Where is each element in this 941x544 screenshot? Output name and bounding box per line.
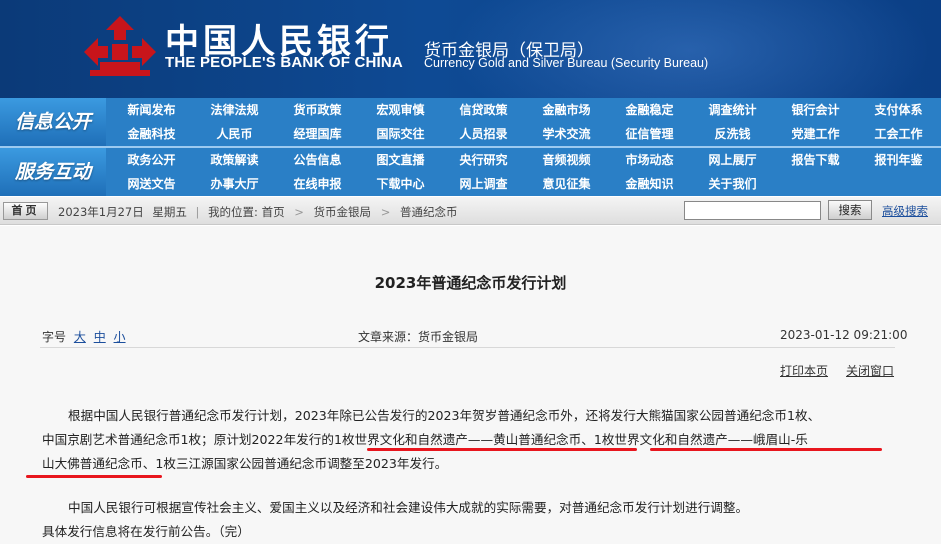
font-size-small[interactable]: 小 [114, 330, 126, 344]
nav-link[interactable]: 学术交流 [525, 122, 608, 146]
home-button[interactable]: 首页 [3, 202, 48, 220]
article-title: 2023年普通纪念币发行计划 [374, 274, 567, 292]
nav-section-label: 服务互动 [14, 161, 91, 183]
font-size-controls: 字号 大 中 小 [42, 328, 126, 345]
breadcrumb-current[interactable]: 普通纪念币 [400, 205, 458, 219]
nav-link[interactable]: 政务公开 [110, 148, 193, 172]
current-date: 2023年1月27日 [58, 205, 144, 219]
nav-link[interactable]: 工会工作 [857, 122, 940, 146]
nav-link[interactable]: 货币政策 [276, 98, 359, 122]
nav-link[interactable]: 网上调查 [442, 172, 525, 196]
highlight-underline-huangshan [367, 448, 637, 451]
pboc-logo[interactable] [82, 14, 158, 78]
print-page-link[interactable]: 打印本页 [780, 362, 828, 379]
nav-link[interactable]: 报刊年鉴 [857, 148, 940, 172]
search-input[interactable] [684, 201, 821, 220]
nav-link[interactable]: 金融稳定 [608, 98, 691, 122]
font-size-medium[interactable]: 中 [94, 330, 106, 344]
nav-link[interactable]: 关于我们 [691, 172, 774, 196]
breadcrumb-bureau[interactable]: 货币金银局 [314, 205, 372, 219]
nav-link[interactable]: 金融科技 [110, 122, 193, 146]
nav-link[interactable]: 公告信息 [276, 148, 359, 172]
nav-link[interactable]: 人员招录 [442, 122, 525, 146]
main-nav: 信息公开 服务互动 新闻发布 法律法规 货币政策 宏观审慎 信贷政策 金融市场 … [0, 98, 941, 196]
font-size-large[interactable]: 大 [74, 330, 86, 344]
nav-link[interactable]: 征信管理 [608, 122, 691, 146]
article-source: 文章来源：货币金银局 [358, 330, 479, 344]
nav-link[interactable]: 意见征集 [525, 172, 608, 196]
nav-link[interactable]: 国际交往 [359, 122, 442, 146]
nav-link[interactable]: 央行研究 [442, 148, 525, 172]
nav-link[interactable]: 在线申报 [276, 172, 359, 196]
nav-link[interactable]: 网上展厅 [691, 148, 774, 172]
highlight-underline-emeishan [650, 448, 882, 451]
breadcrumb-home[interactable]: 首页 [262, 205, 285, 219]
nav-link[interactable]: 信贷政策 [442, 98, 525, 122]
nav-link[interactable]: 经理国库 [276, 122, 359, 146]
article: 2023年普通纪念币发行计划 字号 大 中 小 文章来源：货币金银局 2023-… [0, 226, 941, 544]
nav-link[interactable]: 下载中心 [359, 172, 442, 196]
nav-link[interactable]: 金融知识 [608, 172, 691, 196]
nav-grid-info: 新闻发布 法律法规 货币政策 宏观审慎 信贷政策 金融市场 金融稳定 调查统计 … [110, 98, 941, 146]
nav-link[interactable]: 市场动态 [608, 148, 691, 172]
paragraph-2-line-2: 具体发行信息将在发行前公告。（完） [42, 524, 250, 539]
nav-link[interactable]: 办事大厅 [193, 172, 276, 196]
nav-link[interactable]: 新闻发布 [110, 98, 193, 122]
font-size-label: 字号 [42, 330, 67, 344]
bureau-name-en: Currency Gold and Silver Bureau (Securit… [424, 56, 709, 70]
nav-section-label: 信息公开 [14, 111, 91, 133]
nav-section-service-interaction[interactable]: 服务互动 [0, 148, 106, 196]
nav-grid-service: 政务公开 政策解读 公告信息 图文直播 央行研究 音频视频 市场动态 网上展厅 … [110, 148, 941, 196]
close-window-link[interactable]: 关闭窗口 [846, 362, 894, 379]
nav-link[interactable]: 网送文告 [110, 172, 193, 196]
nav-link[interactable]: 图文直播 [359, 148, 442, 172]
nav-link[interactable]: 银行会计 [774, 98, 857, 122]
breadcrumb: 2023年1月27日 星期五 | 我的位置: 首页 > 货币金银局 > 普通纪念… [58, 205, 458, 219]
search-button[interactable]: 搜索 [828, 200, 872, 220]
advanced-search-link[interactable]: 高级搜索 [882, 203, 928, 219]
paragraph-1-line-1: 根据中国人民银行普通纪念币发行计划，2023年除已公告发行的2023年贺岁普通纪… [68, 408, 821, 423]
nav-section-info-disclosure[interactable]: 信息公开 [0, 98, 106, 146]
paragraph-2-line-1: 中国人民银行可根据宣传社会主义、爱国主义以及经济和社会建设伟大成就的实际需要，对… [68, 500, 749, 515]
current-weekday: 星期五 [152, 205, 187, 219]
highlight-underline-leshan [26, 475, 162, 478]
nav-link[interactable]: 宏观审慎 [359, 98, 442, 122]
location-bar: 首页 2023年1月27日 星期五 | 我的位置: 首页 > 货币金银局 > 普… [0, 197, 941, 225]
nav-link[interactable]: 支付体系 [857, 98, 940, 122]
nav-link[interactable]: 党建工作 [774, 122, 857, 146]
nav-link[interactable]: 调查统计 [691, 98, 774, 122]
paragraph-1-line-3: 山大佛普通纪念币、1枚三江源国家公园普通纪念币调整至2023年发行。 [42, 456, 448, 471]
nav-link[interactable]: 金融市场 [525, 98, 608, 122]
nav-link[interactable]: 人民币 [193, 122, 276, 146]
article-datetime: 2023-01-12 09:21:00 [780, 328, 908, 342]
nav-link[interactable]: 音频视频 [525, 148, 608, 172]
bank-name-en: THE PEOPLE'S BANK OF CHINA [165, 54, 403, 71]
nav-link[interactable]: 反洗钱 [691, 122, 774, 146]
meta-divider [40, 347, 895, 348]
site-header: 中国人民银行 THE PEOPLE'S BANK OF CHINA 货币金银局（… [0, 0, 941, 98]
nav-link[interactable]: 政策解读 [193, 148, 276, 172]
location-prefix: 我的位置: [208, 205, 258, 219]
nav-link[interactable]: 法律法规 [193, 98, 276, 122]
nav-link[interactable]: 报告下载 [774, 148, 857, 172]
